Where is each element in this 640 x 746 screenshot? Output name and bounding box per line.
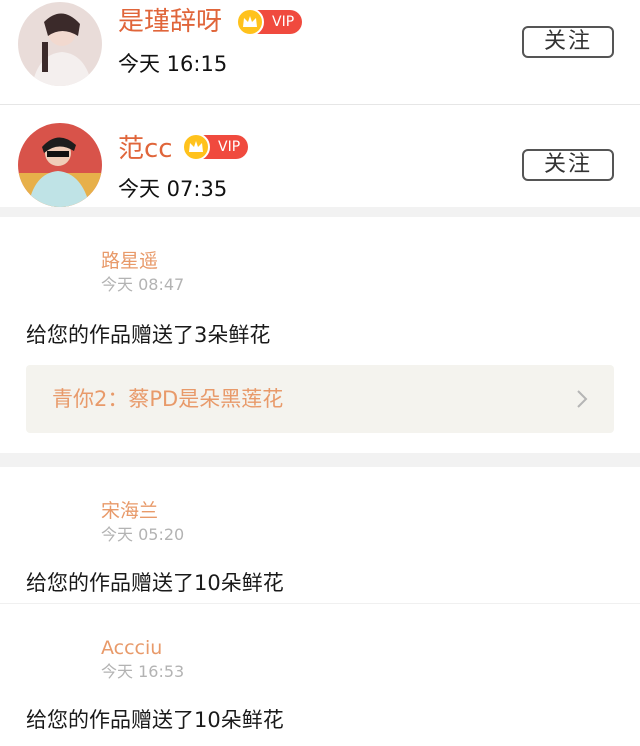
vip-badge: VIP bbox=[182, 133, 249, 161]
gift-time: 今天 05:20 bbox=[101, 525, 185, 544]
sender-name[interactable]: Accciu bbox=[101, 636, 162, 660]
work-title: 青你2：蔡PD是朵黑莲花 bbox=[52, 387, 284, 411]
chevron-right-icon bbox=[576, 389, 588, 413]
vip-label: VIP bbox=[218, 139, 241, 155]
gift-message: 给您的作品赠送了10朵鲜花 bbox=[26, 571, 284, 595]
follow-item[interactable]: 范cc VIP 今天 07:35 关注 bbox=[0, 105, 640, 207]
avatar-image bbox=[18, 2, 102, 86]
crown-icon bbox=[182, 133, 210, 161]
user-name[interactable]: 是瑾辞呀 bbox=[118, 6, 222, 38]
sender-name[interactable]: 路星遥 bbox=[101, 249, 158, 273]
vip-badge: VIP bbox=[236, 8, 303, 36]
gift-message: 给您的作品赠送了3朵鲜花 bbox=[26, 323, 271, 347]
gift-time: 今天 16:53 bbox=[101, 662, 185, 681]
vip-label: VIP bbox=[272, 14, 295, 30]
gift-card: 宋海兰 今天 05:20 给您的作品赠送了10朵鲜花 bbox=[0, 467, 640, 603]
avatar[interactable] bbox=[18, 2, 102, 86]
follow-time: 今天 07:35 bbox=[118, 177, 228, 201]
follow-button[interactable]: 关注 bbox=[522, 26, 614, 58]
user-name[interactable]: 范cc bbox=[118, 133, 173, 165]
crown-icon bbox=[236, 8, 264, 36]
avatar-image bbox=[18, 123, 102, 207]
section-gap bbox=[0, 207, 640, 217]
follow-time: 今天 16:15 bbox=[118, 52, 228, 76]
avatar[interactable] bbox=[18, 123, 102, 207]
gift-card: Accciu 今天 16:53 给您的作品赠送了10朵鲜花 bbox=[0, 604, 640, 746]
gift-message: 给您的作品赠送了10朵鲜花 bbox=[26, 708, 284, 732]
sender-name[interactable]: 宋海兰 bbox=[101, 499, 158, 523]
section-gap bbox=[0, 453, 640, 467]
follow-button[interactable]: 关注 bbox=[522, 149, 614, 181]
gift-card: 路星遥 今天 08:47 给您的作品赠送了3朵鲜花 青你2：蔡PD是朵黑莲花 bbox=[0, 217, 640, 453]
work-link[interactable]: 青你2：蔡PD是朵黑莲花 bbox=[26, 365, 614, 433]
follow-item[interactable]: 是瑾辞呀 VIP 今天 16:15 关注 bbox=[0, 0, 640, 104]
gift-time: 今天 08:47 bbox=[101, 275, 185, 294]
